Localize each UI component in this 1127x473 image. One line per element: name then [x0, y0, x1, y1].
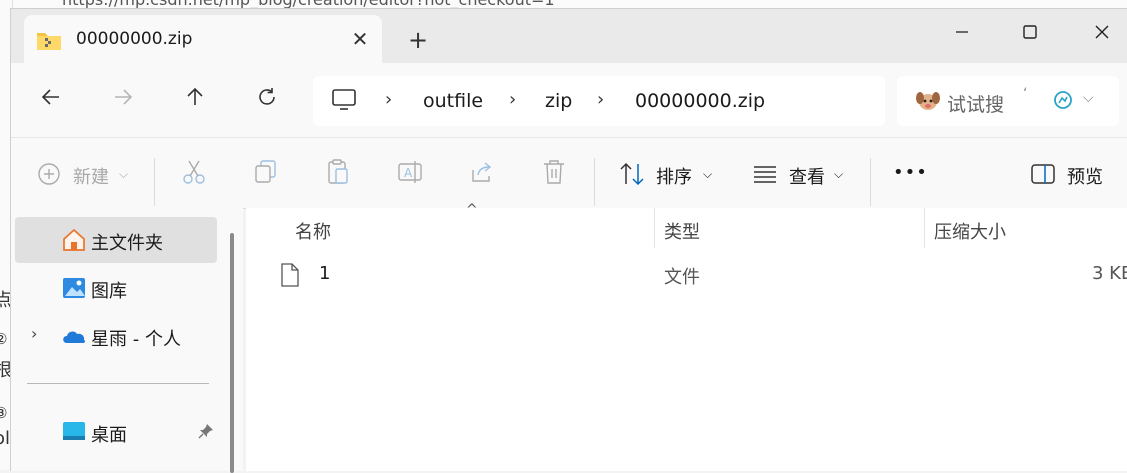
close-tab-icon[interactable]: ✕	[348, 27, 372, 51]
search-input[interactable]: 试试搜	[947, 90, 1004, 117]
sort-button[interactable]: 排序 ⌵	[619, 158, 715, 190]
computer-icon[interactable]	[331, 88, 357, 116]
new-tab-button[interactable]: +	[405, 27, 431, 53]
chevron-right-icon[interactable]: ›	[597, 89, 604, 110]
file-size: 3 KB	[1092, 263, 1127, 284]
chevron-right-icon[interactable]: ›	[31, 324, 37, 343]
toolbar-divider	[154, 158, 155, 206]
sort-icon	[619, 160, 645, 193]
column-header-size[interactable]: 压缩大小	[934, 218, 1006, 244]
file-list: ^ 名称 类型 压缩大小 1 文件 3 KB	[246, 202, 1127, 471]
search-box[interactable]: 试试搜 ‘ ⌵	[897, 76, 1119, 126]
list-view-icon	[752, 162, 778, 191]
sidebar-item-gallery[interactable]: 图库	[15, 265, 217, 311]
table-row[interactable]: 1 文件 3 KB	[246, 250, 1127, 296]
chevron-right-icon[interactable]: ›	[509, 89, 516, 110]
share-icon	[469, 162, 495, 191]
chevron-right-icon[interactable]: ›	[385, 89, 392, 110]
paste-button[interactable]	[325, 158, 353, 190]
svg-text:A: A	[404, 166, 413, 180]
ai-search-icon[interactable]	[1053, 90, 1075, 116]
more-icon: •••	[893, 162, 928, 183]
breadcrumb-current[interactable]: 00000000.zip	[635, 90, 765, 112]
tab-zip[interactable]: 00000000.zip ✕	[24, 15, 382, 63]
onedrive-cloud-icon	[61, 327, 87, 349]
minimize-button[interactable]	[939, 17, 985, 49]
new-button-label: 新建	[73, 167, 109, 188]
sidebar-item-home[interactable]: 主文件夹	[15, 217, 217, 263]
sidebar-item-desktop[interactable]: 桌面	[15, 409, 217, 455]
toolbar-divider	[870, 158, 871, 206]
command-bar: 新建 ⌵ A 排序 ⌵ 查看 ⌵ ••• 预览	[11, 137, 1127, 209]
column-header-type[interactable]: 类型	[664, 218, 700, 244]
file-explorer-window: 00000000.zip ✕ + › outfile › zip › 00000…	[10, 8, 1127, 473]
up-button[interactable]	[177, 84, 213, 120]
navigation-pane: 主文件夹 图库 › 星雨 - 个人 桌面	[11, 208, 243, 473]
zip-folder-icon	[36, 29, 62, 55]
close-window-button[interactable]	[1079, 17, 1125, 49]
refresh-button[interactable]	[249, 84, 285, 120]
clipboard-icon	[325, 159, 351, 191]
tab-title: 00000000.zip	[76, 29, 193, 49]
column-divider[interactable]	[654, 208, 655, 248]
sidebar-item-label: 主文件夹	[91, 233, 163, 254]
address-bar[interactable]: › outfile › zip › 00000000.zip	[313, 76, 885, 126]
column-header-name[interactable]: 名称	[295, 218, 331, 244]
breadcrumb-zip[interactable]: zip	[545, 90, 572, 112]
sidebar-item-label: 桌面	[91, 425, 127, 446]
more-options-button[interactable]: •••	[893, 158, 927, 190]
home-icon	[61, 228, 87, 256]
forward-button[interactable]	[105, 84, 141, 120]
chevron-down-icon[interactable]: ⌵	[1083, 90, 1094, 106]
gallery-icon	[61, 276, 87, 304]
rename-icon: A	[397, 161, 423, 191]
chevron-down-icon: ⌵	[119, 167, 129, 181]
copy-icon	[253, 160, 279, 191]
dog-mascot-icon	[915, 89, 941, 117]
view-button[interactable]: 查看 ⌵	[752, 158, 848, 190]
sidebar-item-label: 图库	[91, 281, 127, 302]
copy-button[interactable]	[253, 158, 281, 190]
desktop-icon	[61, 420, 87, 446]
chevron-down-icon: ⌵	[834, 167, 844, 181]
plus-circle-icon	[37, 162, 61, 191]
sort-ascending-icon: ^	[466, 202, 478, 218]
share-button[interactable]	[469, 158, 497, 190]
sort-label: 排序	[656, 167, 692, 188]
chevron-down-icon: ⌵	[703, 167, 713, 181]
sidebar-divider	[27, 383, 209, 384]
pin-icon[interactable]	[197, 422, 215, 444]
file-type: 文件	[664, 267, 700, 288]
preview-pane-icon	[1030, 162, 1056, 191]
rename-button[interactable]: A	[397, 158, 425, 190]
trash-icon	[541, 160, 567, 191]
navigation-bar: › outfile › zip › 00000000.zip 试试搜 ‘ ⌵	[11, 63, 1127, 137]
sidebar-item-onedrive[interactable]: › 星雨 - 个人	[15, 313, 217, 359]
preview-pane-button[interactable]: 预览	[1030, 158, 1110, 190]
preview-label: 预览	[1067, 167, 1103, 188]
search-cursor: ‘	[1023, 86, 1028, 102]
back-button[interactable]	[33, 84, 69, 120]
scissors-icon	[181, 160, 207, 191]
view-label: 查看	[789, 167, 825, 188]
breadcrumb-outfile[interactable]: outfile	[423, 90, 483, 112]
file-name: 1	[319, 263, 331, 284]
toolbar-divider	[594, 158, 595, 206]
sidebar-item-label: 星雨 - 个人	[91, 329, 181, 350]
new-button[interactable]: 新建 ⌵	[37, 158, 137, 190]
tab-bar: 00000000.zip ✕ +	[11, 9, 1127, 63]
maximize-button[interactable]	[1007, 17, 1053, 49]
column-divider[interactable]	[924, 208, 925, 248]
file-icon	[280, 263, 300, 291]
sidebar-scrollbar[interactable]	[230, 233, 234, 473]
delete-button[interactable]	[541, 158, 569, 190]
cut-button[interactable]	[181, 158, 209, 190]
